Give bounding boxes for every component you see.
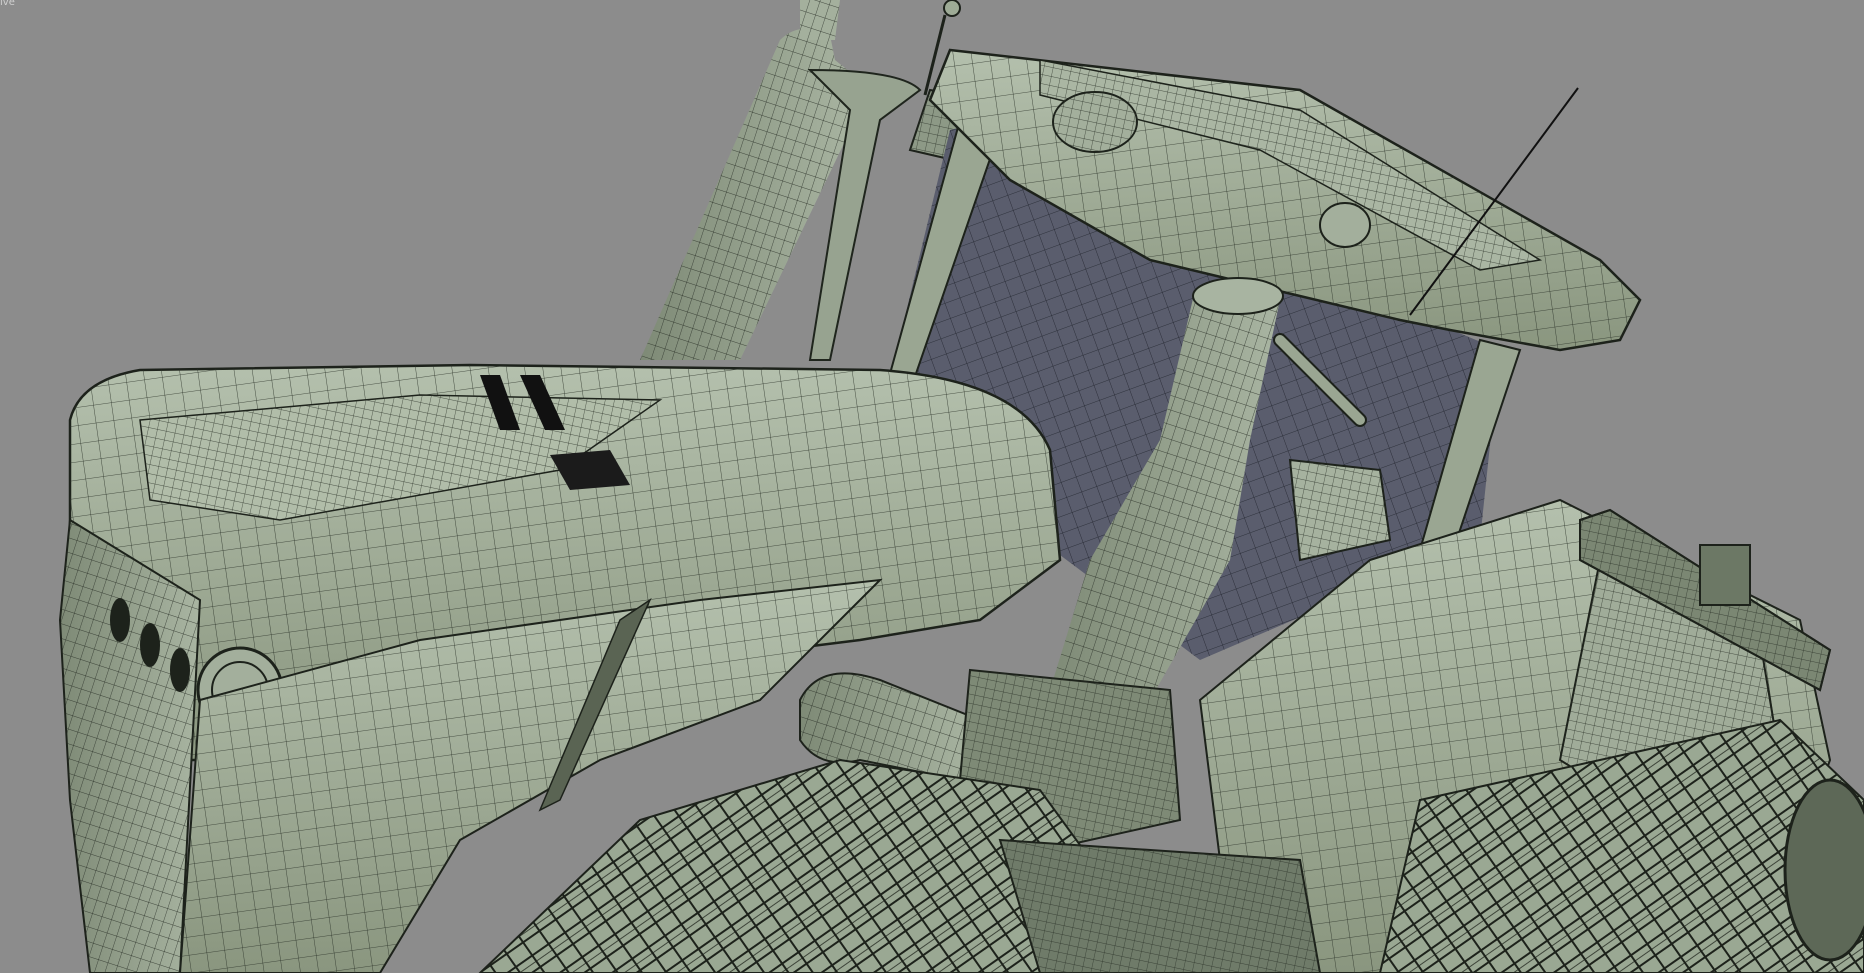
exhaust-stack (640, 0, 922, 361)
3d-viewport[interactable]: ive (0, 0, 1864, 973)
wireframe-render (58, 0, 1864, 973)
front-track (478, 758, 1322, 973)
